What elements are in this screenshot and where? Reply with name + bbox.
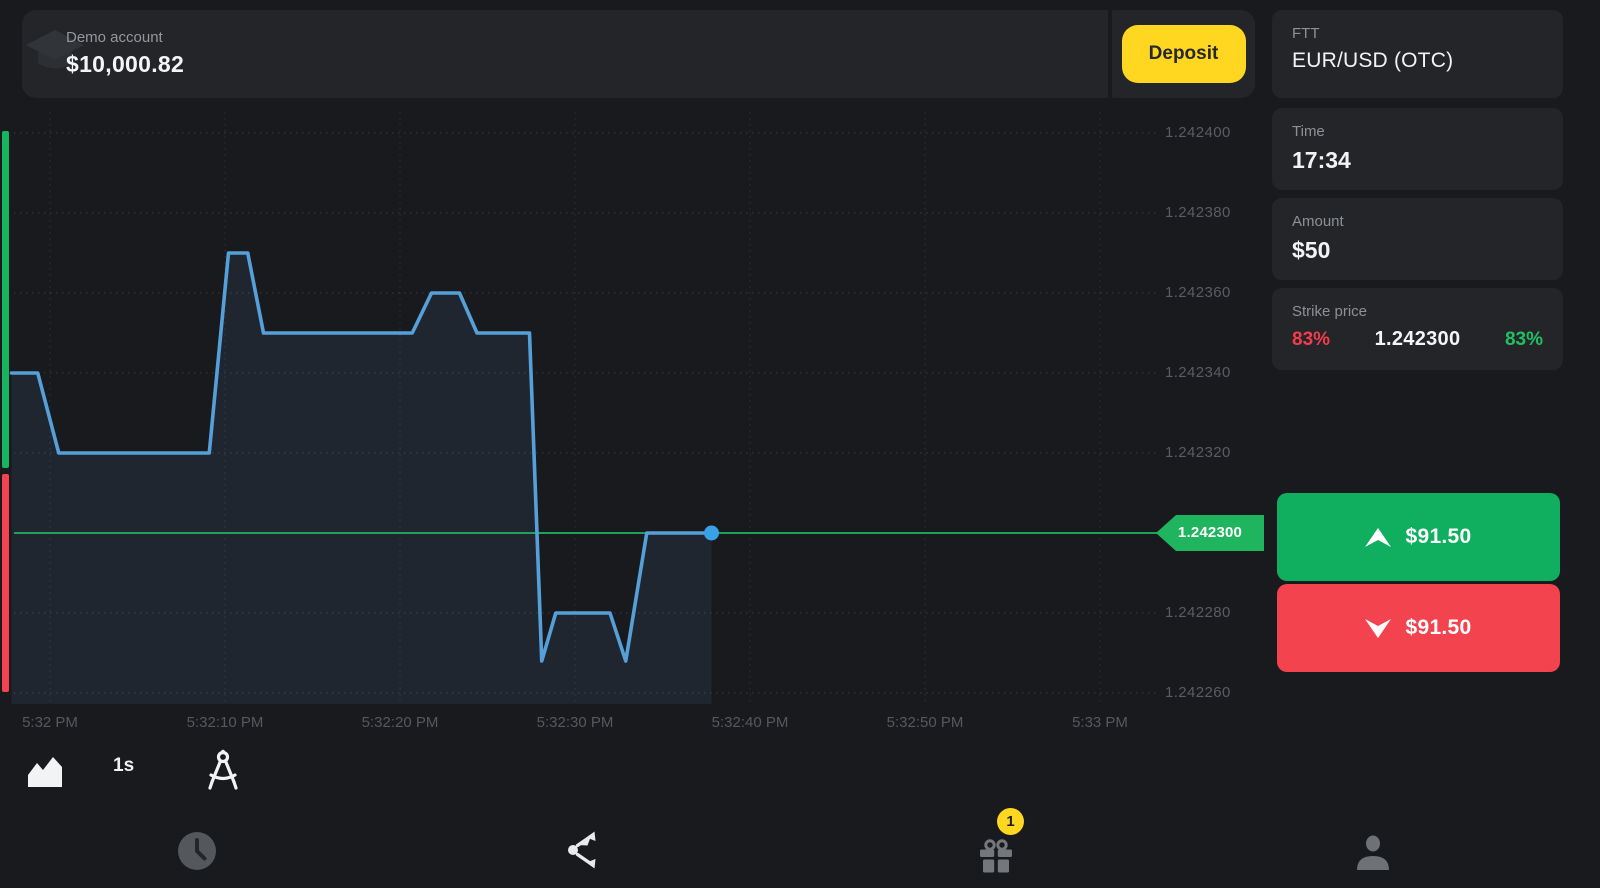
strike-price-card[interactable]: Strike price 83% 1.242300 83%	[1272, 288, 1563, 370]
payout-percent-down: 83%	[1292, 329, 1330, 351]
price-tick: 1.242360	[1165, 284, 1260, 301]
account-balance: $10,000.82	[66, 51, 184, 78]
price-tick: 1.242380	[1165, 204, 1260, 221]
clock-icon	[176, 830, 218, 872]
person-icon	[1353, 833, 1393, 873]
nav-history-button[interactable]	[176, 830, 218, 877]
time-tick: 5:32:30 PM	[515, 714, 635, 731]
nav-bonus-button[interactable]	[977, 837, 1015, 880]
time-tick: 5:33 PM	[1040, 714, 1160, 731]
amount-card[interactable]: Amount $50	[1272, 198, 1563, 280]
symbol-name: EUR/USD (OTC)	[1292, 49, 1543, 73]
price-tick: 1.242400	[1165, 124, 1260, 141]
strike-label: Strike price	[1292, 303, 1543, 320]
expiration-time-card[interactable]: Time 17:34	[1272, 108, 1563, 190]
price-tick: 1.242280	[1165, 604, 1260, 621]
strike-price-tag: 1.242300	[1156, 515, 1264, 551]
sell-payout: $91.50	[1405, 616, 1471, 640]
price-chart[interactable]: 1.242400 1.242380 1.242360 1.242340 1.242320…	[0, 0, 1264, 800]
time-label: Time	[1292, 123, 1543, 140]
price-tick: 1.242340	[1165, 364, 1260, 381]
arrow-down-icon	[1365, 619, 1391, 638]
area-chart-icon	[26, 755, 64, 789]
chart-type-button[interactable]	[26, 755, 64, 794]
spread-arrows-icon	[565, 829, 607, 871]
strike-price-value: 1.242300	[1375, 328, 1461, 351]
top-bar: Demo account $10,000.82 Deposit	[22, 10, 1255, 98]
drawing-tools-button[interactable]	[202, 748, 244, 797]
deposit-section: Deposit	[1112, 10, 1255, 98]
below-strike-bar	[2, 474, 9, 692]
gift-icon	[977, 837, 1015, 875]
nav-trades-button[interactable]	[565, 829, 607, 876]
time-tick: 5:32:50 PM	[865, 714, 985, 731]
bonus-count-badge: 1	[997, 808, 1024, 835]
above-strike-bar	[2, 131, 9, 468]
timeframe-button[interactable]: 1s	[113, 755, 134, 777]
amount-value: $50	[1292, 237, 1543, 264]
chart-canvas	[0, 0, 1264, 800]
buy-higher-button[interactable]: $91.50	[1277, 493, 1560, 581]
deposit-button[interactable]: Deposit	[1122, 25, 1246, 83]
account-type-label: Demo account	[66, 29, 184, 46]
price-tick: 1.242260	[1165, 684, 1260, 701]
payout-percent-up: 83%	[1505, 329, 1543, 351]
time-value: 17:34	[1292, 147, 1543, 174]
buy-payout: $91.50	[1405, 525, 1471, 549]
sell-lower-button[interactable]: $91.50	[1277, 584, 1560, 672]
time-tick: 5:32:10 PM	[165, 714, 285, 731]
symbol-type-label: FTT	[1292, 25, 1543, 42]
symbol-card[interactable]: FTT EUR/USD (OTC)	[1272, 10, 1563, 98]
price-tick: 1.242320	[1165, 444, 1260, 461]
amount-label: Amount	[1292, 213, 1543, 230]
time-tick: 5:32 PM	[0, 714, 110, 731]
time-axis: 5:32 PM 5:32:10 PM 5:32:20 PM 5:32:30 PM 5:3…	[0, 714, 1264, 738]
drafting-compass-icon	[202, 748, 244, 792]
account-summary[interactable]: Demo account $10,000.82	[22, 10, 1108, 98]
nav-profile-button[interactable]	[1353, 833, 1393, 878]
time-tick: 5:32:20 PM	[340, 714, 460, 731]
arrow-up-icon	[1365, 528, 1391, 547]
time-tick: 5:32:40 PM	[690, 714, 810, 731]
